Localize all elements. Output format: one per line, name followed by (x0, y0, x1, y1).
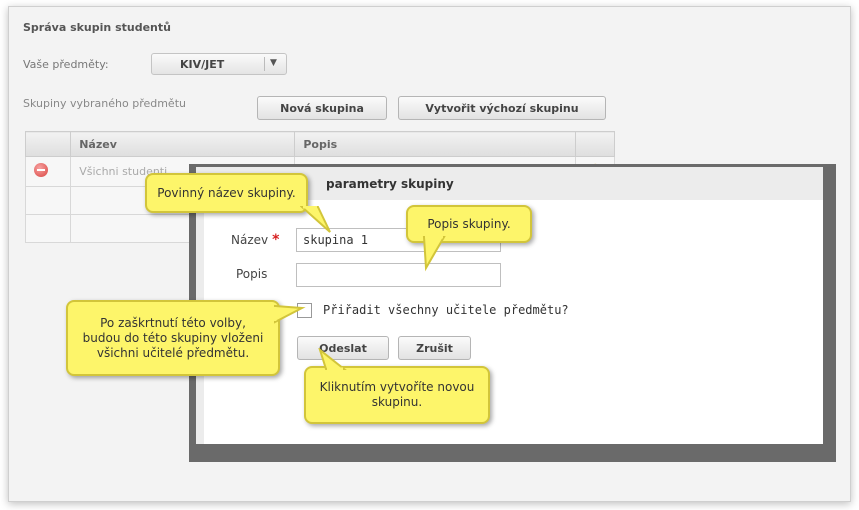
panel-title: Správa skupin studentů (23, 21, 171, 34)
name-label-text: Název (231, 233, 269, 247)
table-header-row: Název Popis (24, 131, 616, 157)
groups-label: Skupiny vybraného předmětu (23, 97, 186, 110)
tooltip-checkbox-tail (274, 304, 306, 324)
tooltip-checkbox: Po zaškrtnutí této volby, budou do této … (66, 300, 280, 376)
header-actions (24, 131, 72, 157)
subject-select[interactable]: KIV/JET ▼ (151, 53, 287, 75)
assign-teachers-label: Přiřadit všechny učitele předmětu? (323, 303, 569, 317)
new-group-button[interactable]: Nová skupina (257, 96, 387, 120)
remove-cell (24, 156, 72, 187)
header-description: Popis (294, 131, 576, 157)
header-edit (574, 131, 616, 157)
subject-select-value: KIV/JET (180, 58, 225, 71)
desc-label: Popis (236, 267, 268, 281)
tooltip-name: Povinný název skupiny. (145, 173, 308, 213)
tooltip-name-tail (300, 206, 331, 233)
required-mark: * (272, 232, 280, 248)
select-separator (264, 57, 265, 71)
description-input[interactable] (296, 263, 501, 287)
cancel-button[interactable]: Zrušit (398, 336, 471, 360)
subject-label: Vaše předměty: (23, 58, 109, 71)
name-label: Název * (231, 232, 279, 248)
tooltip-submit: Kliknutím vytvoříte novou skupinu. (304, 366, 490, 424)
tooltip-description-tail (422, 236, 446, 272)
create-default-group-button[interactable]: Vytvořit výchozí skupinu (398, 96, 606, 120)
remove-icon[interactable] (34, 163, 48, 177)
dialog-title: parametry skupiny (326, 177, 454, 191)
chevron-down-icon: ▼ (270, 58, 277, 68)
tooltip-submit-tail (318, 348, 347, 370)
header-name: Název (70, 131, 296, 157)
